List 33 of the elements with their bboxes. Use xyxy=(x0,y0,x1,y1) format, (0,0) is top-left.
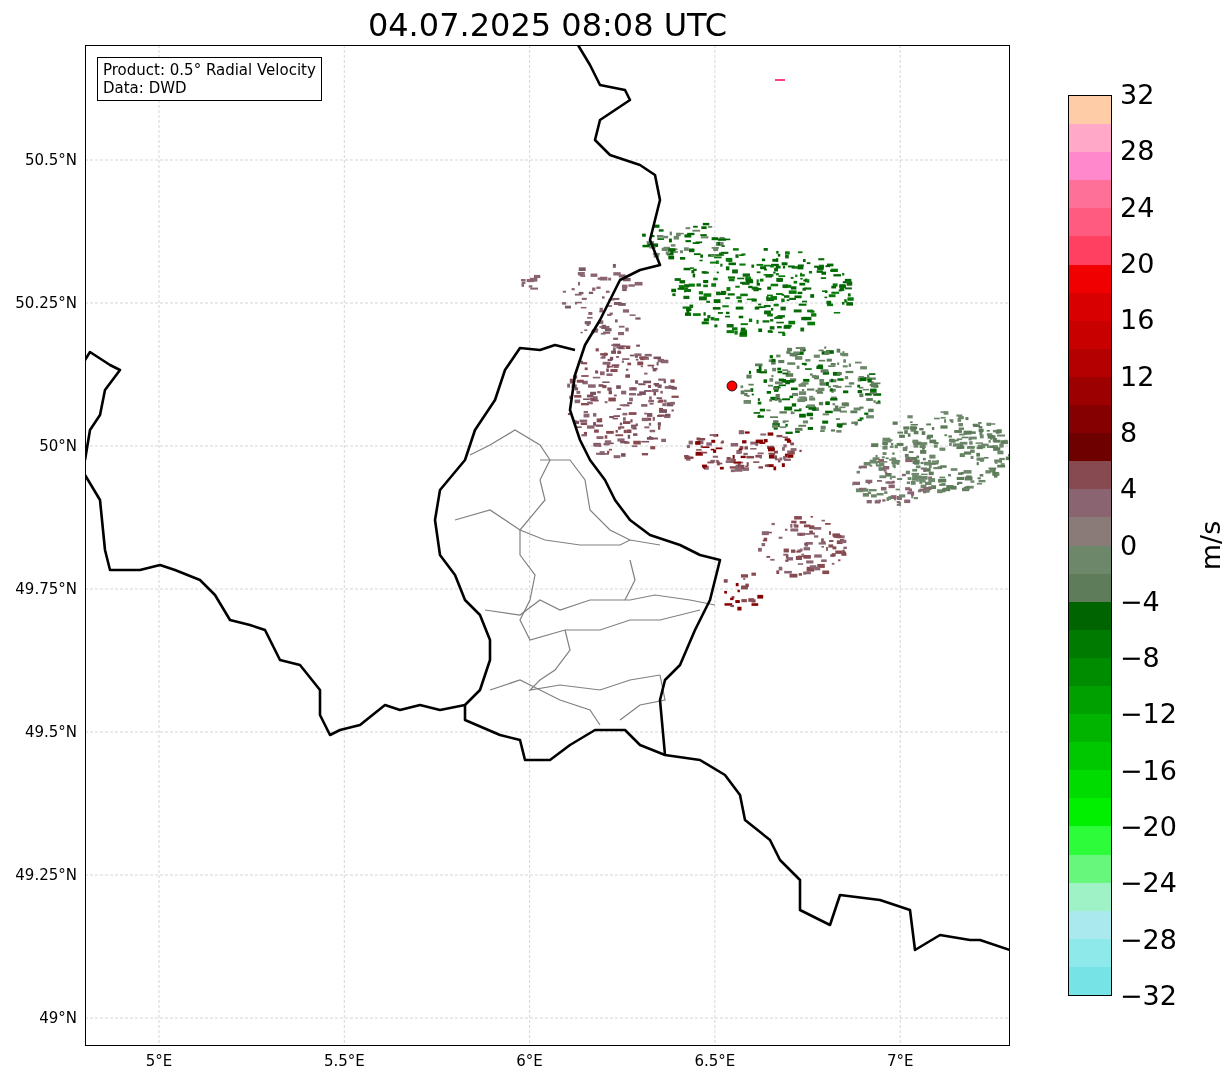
colorbar-tick-label: −20 xyxy=(1120,812,1177,843)
longitude-label: 7°E xyxy=(886,1052,914,1070)
colorbar-tick-label: −32 xyxy=(1120,981,1177,1011)
colorbar-tick-label: 16 xyxy=(1120,305,1155,336)
colorbar-tick-label: −8 xyxy=(1120,643,1160,674)
colorbar-tick-label: −4 xyxy=(1120,586,1160,617)
colorbar-tick-label: 12 xyxy=(1120,361,1155,392)
colorbar-tick-label: 8 xyxy=(1120,417,1138,448)
longitude-label: 5°E xyxy=(145,1052,173,1070)
colorbar-tick-label: 20 xyxy=(1120,248,1155,279)
longitude-label: 6°E xyxy=(516,1052,543,1070)
latitude-label: 50°N xyxy=(39,437,77,455)
colorbar-tick-label: −24 xyxy=(1120,868,1177,899)
latitude-label: 49.25°N xyxy=(15,866,77,884)
info-text: Data: DWD xyxy=(103,79,188,97)
latitude-label: 50.5°N xyxy=(24,151,77,169)
info-text: Product: 0.5° Radial Velocity xyxy=(103,61,316,79)
colorbar-tick-label: 28 xyxy=(1120,136,1155,167)
latitude-label: 49.75°N xyxy=(15,580,77,598)
colorbar-tick-label: 32 xyxy=(1120,80,1155,110)
colorbar-tick-label: −28 xyxy=(1120,924,1177,955)
longitude-label: 5.5°E xyxy=(323,1052,365,1070)
colorbar-tick-label: −16 xyxy=(1120,755,1177,786)
colorbar-unit-label: m/s xyxy=(1195,520,1225,571)
colorbar-tick-label: 4 xyxy=(1120,474,1138,505)
latitude-label: 49°N xyxy=(39,1009,77,1027)
latitude-label: 50.25°N xyxy=(15,294,77,312)
colorbar-tick-label: −12 xyxy=(1120,699,1177,730)
plot-title: 04.07.2025 08:08 UTC xyxy=(366,5,729,45)
latitude-label: 49.5°N xyxy=(24,723,77,741)
colorbar-tick-label: 24 xyxy=(1120,192,1155,223)
longitude-label: 6.5°E xyxy=(694,1052,736,1070)
colorbar-tick-label: 0 xyxy=(1120,530,1138,561)
